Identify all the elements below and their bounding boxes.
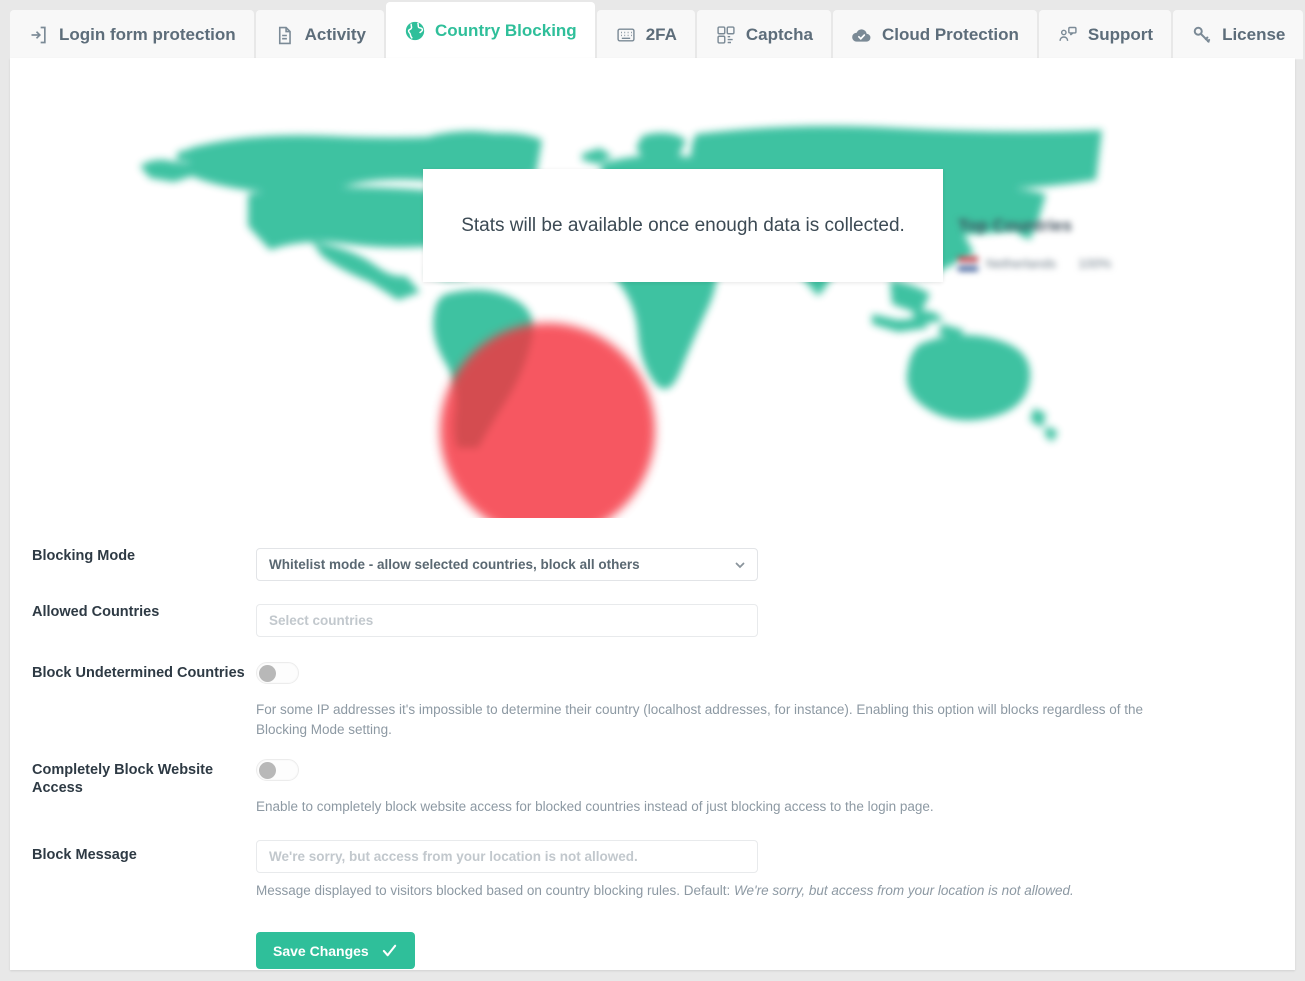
- top-country-name: Netherlands: [986, 256, 1057, 271]
- tab-label: Activity: [304, 25, 367, 44]
- allowed-countries-label: Allowed Countries: [32, 604, 160, 620]
- blocking-mode-label: Blocking Mode: [32, 548, 136, 564]
- completely-block-label: Completely Block Website Access: [32, 762, 214, 796]
- tab-label: 2FA: [645, 25, 677, 44]
- tab-support[interactable]: Support: [1038, 10, 1172, 60]
- save-changes-button[interactable]: Save Changes: [256, 932, 415, 970]
- login-icon: [28, 24, 50, 46]
- top-countries-title: Top Countries: [958, 216, 1072, 235]
- captcha-icon: [715, 24, 737, 46]
- block-undetermined-label: Block Undetermined Countries: [32, 665, 245, 681]
- field-blocking-mode: Blocking Mode Whitelist mode - allow sel…: [10, 548, 1295, 581]
- document-icon: [274, 24, 296, 46]
- tab-captcha[interactable]: Captcha: [696, 10, 831, 60]
- cloud-check-icon: [851, 24, 873, 46]
- chevron-down-icon: [734, 559, 746, 571]
- keypad-icon: [615, 24, 637, 46]
- tab-label: Captcha: [745, 25, 813, 44]
- blocking-mode-select[interactable]: Whitelist mode - allow selected countrie…: [256, 548, 758, 581]
- tab-activity[interactable]: Activity: [255, 10, 385, 60]
- save-changes-label: Save Changes: [273, 942, 369, 959]
- field-completely-block: Completely Block Website Access Enable t…: [10, 759, 1295, 817]
- tab-label: Cloud Protection: [881, 25, 1019, 44]
- field-allowed-countries: Allowed Countries: [10, 604, 1295, 637]
- top-country-row: Netherlands 100%: [958, 256, 1188, 271]
- blocking-mode-value: Whitelist mode - allow selected countrie…: [269, 557, 640, 572]
- tab-label: Country Blocking: [435, 21, 577, 40]
- tab-bar: Login form protection Activity Country B…: [10, 0, 1304, 60]
- block-message-help-prefix: Message displayed to visitors blocked ba…: [256, 882, 735, 898]
- tab-label: Login form protection: [59, 25, 236, 44]
- tab-label: Support: [1087, 25, 1154, 44]
- field-block-message: Block Message Message displayed to visit…: [10, 839, 1295, 970]
- top-countries-panel: Top Countries Netherlands 100%: [958, 216, 1188, 271]
- netherlands-flag: [958, 256, 978, 271]
- country-blocking-form: Blocking Mode Whitelist mode - allow sel…: [10, 548, 1295, 970]
- toggle-knob: [259, 665, 276, 682]
- tab-label: License: [1222, 25, 1286, 44]
- tab-2fa[interactable]: 2FA: [596, 10, 695, 60]
- block-undetermined-help: For some IP addresses it's impossible to…: [256, 702, 1143, 737]
- completely-block-toggle[interactable]: [256, 759, 299, 782]
- block-message-help-default: We're sorry, but access from your locati…: [734, 882, 1074, 898]
- completely-block-help: Enable to completely block website acces…: [256, 799, 934, 815]
- tab-login-form-protection[interactable]: Login form protection: [10, 10, 254, 60]
- allowed-countries-input[interactable]: [256, 604, 758, 637]
- block-message-input[interactable]: [256, 839, 758, 873]
- toggle-knob: [259, 762, 276, 780]
- block-message-help: Message displayed to visitors blocked ba…: [256, 881, 1186, 901]
- stats-section: Top Countries Netherlands 100% Stats wil…: [10, 58, 1295, 518]
- stats-overlay-message: Stats will be available once enough data…: [461, 214, 905, 236]
- block-message-label: Block Message: [32, 846, 137, 863]
- content-panel: Top Countries Netherlands 100% Stats wil…: [10, 58, 1295, 970]
- key-icon: [1191, 24, 1213, 46]
- globe-icon: [404, 20, 426, 42]
- top-country-percent: 100%: [1078, 256, 1112, 271]
- field-block-undetermined: Block Undetermined Countries For some IP…: [10, 662, 1295, 739]
- tab-cloud-protection[interactable]: Cloud Protection: [832, 10, 1037, 60]
- block-undetermined-toggle[interactable]: [256, 662, 299, 684]
- tab-license[interactable]: License: [1173, 10, 1304, 60]
- stats-unavailable-overlay: Stats will be available once enough data…: [423, 169, 943, 282]
- support-people-icon: [1057, 24, 1079, 46]
- tab-country-blocking[interactable]: Country Blocking: [386, 2, 595, 60]
- check-icon: [381, 942, 398, 959]
